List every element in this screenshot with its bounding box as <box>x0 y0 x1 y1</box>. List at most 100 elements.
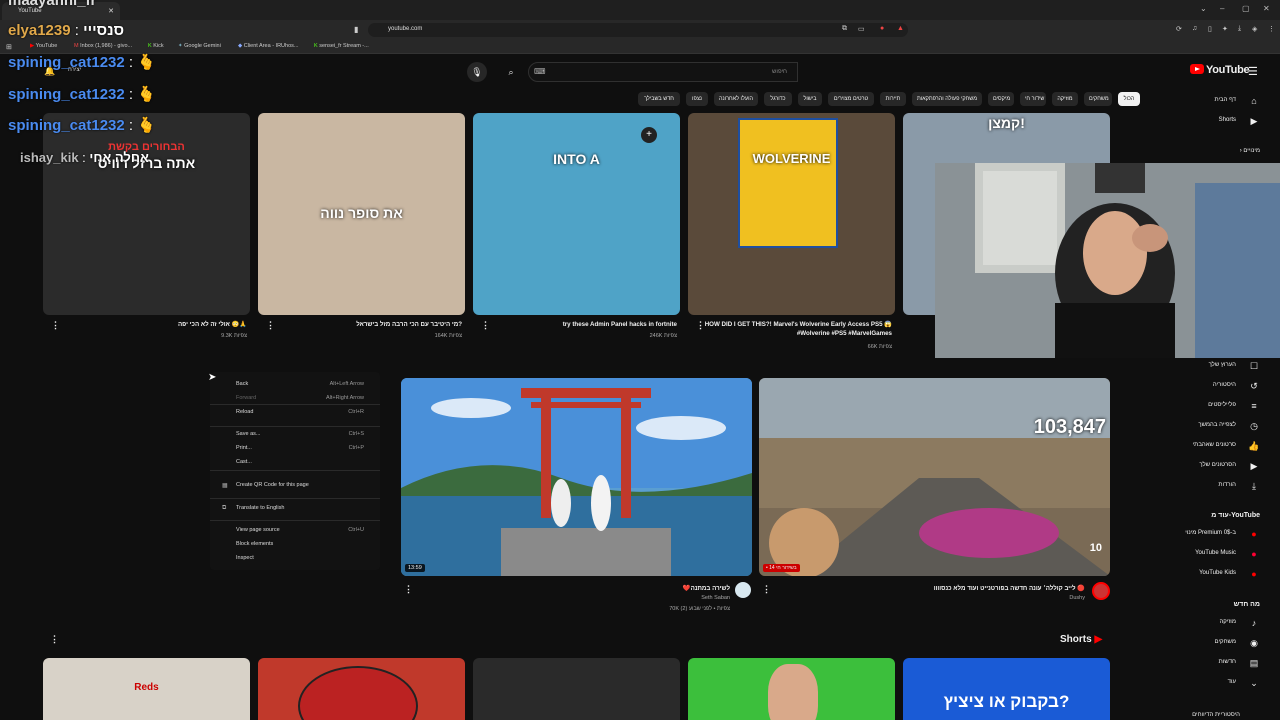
more-options-icon[interactable]: ⋮ <box>696 320 705 331</box>
context-menu-item[interactable]: Inspect <box>236 555 376 561</box>
video-title[interactable]: ❤️לשירה במתנה <box>560 584 730 593</box>
context-menu-item[interactable]: Print... Ctrl+P <box>236 445 376 451</box>
sync-icon[interactable]: ⟳ <box>1176 25 1182 33</box>
short-thumbnail[interactable] <box>258 658 465 720</box>
channel-name[interactable]: Seth Saban <box>560 595 730 601</box>
sidebar-item-premium[interactable]: מינוי Premium ב-0$ ● <box>1150 528 1280 542</box>
alert-icon[interactable]: ▲ <box>897 25 904 32</box>
chip-7[interactable]: טרטים מצוירים <box>828 92 874 106</box>
more-options-icon[interactable]: ⋮ <box>51 320 60 331</box>
channel-avatar-seth[interactable] <box>735 582 751 598</box>
more-options-icon[interactable]: ⋮ <box>762 584 771 595</box>
bookmark-youtube[interactable]: ▶ YouTube <box>30 43 57 49</box>
more-options-icon[interactable]: ⋮ <box>404 584 413 595</box>
sidebar-report-history[interactable]: היסטוריית הדיווחים <box>1192 712 1240 718</box>
add-icon[interactable]: + <box>641 127 657 143</box>
sidepanel-icon[interactable]: ▯ <box>1208 25 1212 33</box>
video-thumbnail-gta[interactable]: 103,847 • 14 בשידור חי 10 <box>759 378 1110 576</box>
more-options-icon[interactable]: ⋮ <box>481 320 490 331</box>
sidebar-item-history[interactable]: היסטוריה ↺ <box>1150 380 1280 394</box>
search-input[interactable]: חיפוש <box>528 62 798 82</box>
chip-12[interactable]: חדש בשבילך <box>638 92 680 106</box>
video-title[interactable]: אולי זה לא הכי יפה 😳🙏 <box>57 320 247 329</box>
video-thumbnail[interactable]: WOLVERINE <box>688 113 895 315</box>
chevron-down-icon[interactable]: ⌄ <box>1200 4 1207 13</box>
sidebar-item-like[interactable]: סרטונים שאהבתי 👍 <box>1150 440 1280 454</box>
sidebar-item-video[interactable]: הסרטונים שלך ▶ <box>1150 460 1280 474</box>
translate-icon[interactable]: ⧉ <box>842 25 847 33</box>
more-options-icon[interactable]: ⋮ <box>50 634 59 645</box>
keyboard-icon[interactable]: ⌨ <box>534 67 546 76</box>
chip-1[interactable]: משחקים <box>1084 92 1112 106</box>
search-icon[interactable]: ⌕ <box>501 62 521 82</box>
screen-icon[interactable]: ▭ <box>858 25 865 33</box>
sidebar-item-music-note[interactable]: מוזיקה ♪ <box>1150 617 1280 631</box>
video-thumbnail[interactable]: את סופר נווה <box>258 113 465 315</box>
bookmark-client-area[interactable]: ◆ Client Area - IRUhos... <box>238 43 298 49</box>
apps-grid-icon[interactable]: ⊞ <box>6 43 12 51</box>
chip-0[interactable]: הכול <box>1118 92 1140 106</box>
context-menu-item[interactable]: Back Alt+Left Arrow <box>236 381 376 387</box>
short-thumbnail[interactable] <box>473 658 680 720</box>
sidebar-item-gaming[interactable]: משחקים ◉ <box>1150 637 1280 651</box>
extension-icon[interactable]: ● <box>880 25 884 32</box>
video-title[interactable]: HOW DID I GET THIS?! Marvel's Wolverine … <box>702 320 892 338</box>
sidebar-item-music[interactable]: YouTube Music ● <box>1150 548 1280 562</box>
context-menu-item[interactable]: Reload Ctrl+R <box>236 409 376 415</box>
minimize-icon[interactable]: – <box>1220 4 1224 13</box>
media-icon[interactable]: ♫ <box>1192 25 1197 32</box>
context-menu-item[interactable]: Translate to English <box>236 505 376 511</box>
url-field[interactable]: youtube.com <box>368 23 908 37</box>
download-icon[interactable]: ⤓ <box>1238 25 1241 33</box>
sidebar-item-shorts[interactable]: Shorts ▶ <box>1150 115 1280 129</box>
subscriptions-header[interactable]: › מינויים <box>1150 148 1260 154</box>
chip-11[interactable]: נצפו <box>686 92 708 106</box>
sidebar-item-home[interactable]: דף הבית ⌂ <box>1150 95 1280 109</box>
menu-dots-icon[interactable]: ⋮ <box>1268 25 1275 33</box>
chip-6[interactable]: תיירות <box>880 92 906 106</box>
short-thumbnail[interactable] <box>688 658 895 720</box>
sidebar-item-playlist[interactable]: פלייליסטים ≡ <box>1150 400 1280 414</box>
sidebar-item-news[interactable]: חדשות ▤ <box>1150 657 1280 671</box>
short-thumbnail[interactable]: בקבוק או ציציץ? <box>903 658 1110 720</box>
chip-10[interactable]: הועלו לאחרונה <box>714 92 758 106</box>
sidebar-item-download[interactable]: הורדות ⤓ <box>1150 480 1280 494</box>
extensions-icon[interactable]: ✦ <box>1222 25 1228 33</box>
chip-9[interactable]: כדורגל <box>764 92 792 106</box>
context-menu-item[interactable]: Create QR Code for this page <box>236 482 376 488</box>
hamburger-menu-icon[interactable]: ☰ <box>1248 65 1258 78</box>
context-menu-item[interactable]: View page source Ctrl+U <box>236 527 376 533</box>
window-close-icon[interactable]: ✕ <box>1263 4 1270 13</box>
channel-name[interactable]: Dushy <box>780 595 1085 601</box>
chip-5[interactable]: משחקי פעולה והרפתקאות <box>912 92 982 106</box>
video-title[interactable]: try these Admin Panel hacks in fortnite <box>487 320 677 329</box>
video-title[interactable]: לייב קוללה׳ עונה חדשה בפורטנייט ועוד מלא… <box>780 584 1085 593</box>
bookmark-gemini[interactable]: ✦ Google Gemini <box>178 43 221 49</box>
context-menu-item[interactable]: Save as... Ctrl+S <box>236 431 376 437</box>
chip-8[interactable]: בישול <box>798 92 822 106</box>
mic-icon[interactable]: 🎙 <box>467 62 487 82</box>
bookmark-kick[interactable]: K Kick <box>148 43 164 49</box>
bookmark-inbox[interactable]: M Inbox (1,986) - givo... <box>74 43 132 49</box>
chip-3[interactable]: שידור חי <box>1020 92 1046 106</box>
bookmark-icon[interactable]: ▮ <box>354 25 358 34</box>
video-thumbnail-proposal[interactable]: 13:59 <box>401 378 752 576</box>
context-menu-item[interactable]: Cast... <box>236 459 376 465</box>
channel-avatar-dushy[interactable] <box>1092 582 1110 600</box>
chip-4[interactable]: מיקסים <box>988 92 1014 106</box>
sidebar-item-clock[interactable]: לצפייה בהמשך ◷ <box>1150 420 1280 434</box>
sidebar-item-channel[interactable]: הערוץ שלך ☐ <box>1150 360 1280 374</box>
video-title[interactable]: מי היטיבר עם הכי הרבה מזל בישראל? <box>272 320 462 329</box>
short-thumbnail[interactable]: Reds <box>43 658 250 720</box>
youtube-logo[interactable]: YouTube <box>1190 64 1250 76</box>
context-menu-item[interactable]: Block elements <box>236 541 376 547</box>
maximize-icon[interactable]: ▢ <box>1242 4 1250 13</box>
sidebar-item-more[interactable]: עוד ⌄ <box>1150 677 1280 691</box>
chip-2[interactable]: מוזיקה <box>1052 92 1078 106</box>
context-menu-item[interactable]: Forward Alt+Right Arrow <box>236 395 376 401</box>
shield-icon[interactable]: ◈ <box>1252 25 1257 33</box>
sidebar-item-kids[interactable]: YouTube Kids ● <box>1150 568 1280 582</box>
bookmark-kick-stream[interactable]: K sensei_fr Stream -... <box>314 43 369 49</box>
more-options-icon[interactable]: ⋮ <box>266 320 275 331</box>
video-thumbnail[interactable]: INTO A + <box>473 113 680 315</box>
